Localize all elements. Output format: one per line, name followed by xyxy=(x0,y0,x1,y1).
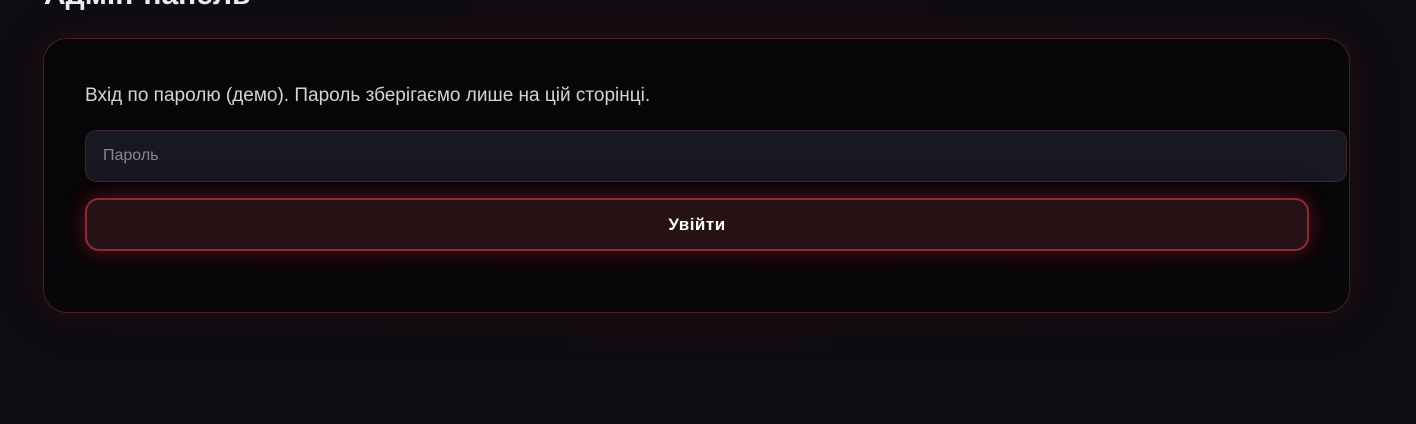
password-input[interactable] xyxy=(85,130,1347,182)
login-card: Вхід по паролю (демо). Пароль зберігаємо… xyxy=(43,38,1350,313)
page-title: Адмін-панель xyxy=(44,0,250,10)
admin-login-page: Адмін-панель Вхід по паролю (демо). Паро… xyxy=(0,0,1416,424)
login-button[interactable]: Увійти xyxy=(85,198,1309,251)
login-hint-text: Вхід по паролю (демо). Пароль зберігаємо… xyxy=(85,85,651,106)
